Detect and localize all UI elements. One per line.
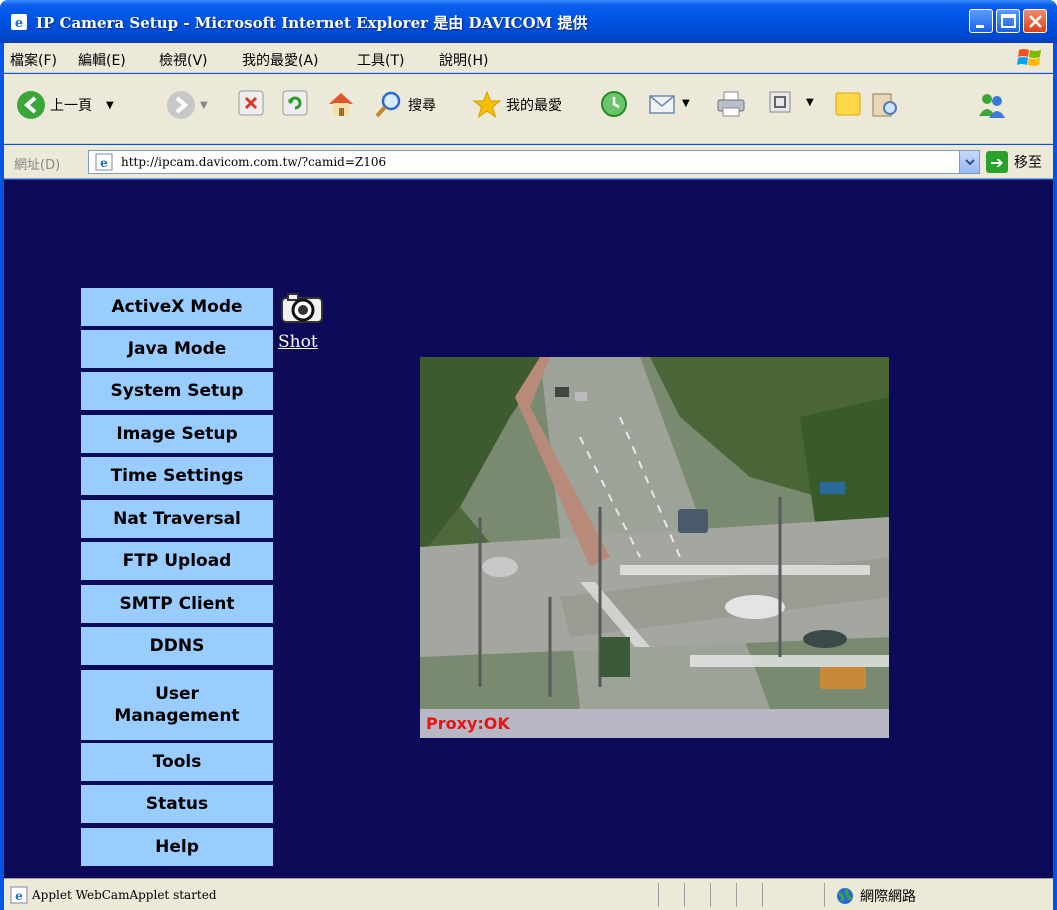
toolbar: 上一頁 ▼ ▼ 搜尋 我的最愛 ▼ ▼ (4, 74, 1053, 144)
nav-java-mode[interactable]: Java Mode (81, 330, 273, 368)
title-bar: e IP Camera Setup - Microsoft Internet E… (0, 0, 1057, 43)
back-label: 上一頁 (50, 98, 92, 114)
globe-icon (837, 888, 853, 904)
menu-help[interactable]: 說明(H) (439, 50, 488, 70)
address-label: 網址(D) (14, 158, 61, 173)
search-label: 搜尋 (408, 98, 436, 114)
back-button[interactable]: 上一頁 ▼ (16, 90, 114, 120)
svg-text:e: e (15, 16, 23, 31)
nav-nat-traversal[interactable]: Nat Traversal (81, 500, 273, 538)
page-content: ActiveX Mode Java Mode System Setup Imag… (4, 180, 1053, 878)
nav-help[interactable]: Help (81, 828, 273, 866)
browser-window: e IP Camera Setup - Microsoft Internet E… (0, 0, 1057, 910)
search-button[interactable]: 搜尋 (374, 90, 436, 120)
svg-text:e: e (15, 889, 23, 903)
refresh-button[interactable] (282, 90, 308, 116)
menu-bar: 檔案(F) 編輯(E) 檢視(V) 我的最愛(A) 工具(T) 說明(H) (4, 43, 1053, 73)
camera-icon[interactable] (280, 292, 326, 324)
discuss-button[interactable] (834, 90, 862, 118)
maximize-button[interactable] (996, 9, 1020, 33)
research-icon (872, 93, 897, 117)
svg-text:e: e (100, 156, 108, 170)
back-dropdown-icon[interactable]: ▼ (106, 100, 114, 111)
printer-icon (717, 91, 745, 117)
mail-button[interactable]: ▼ (648, 90, 690, 116)
messenger-button[interactable] (976, 90, 1008, 120)
status-divider (824, 883, 825, 907)
nav-activex-mode[interactable]: ActiveX Mode (81, 288, 273, 326)
home-icon (329, 93, 353, 116)
search-icon (375, 91, 401, 118)
edit-dropdown-icon[interactable]: ▼ (806, 97, 814, 108)
notes-icon (835, 92, 861, 116)
page-icon: e (95, 153, 113, 171)
proxy-status-bar: Proxy:OK (420, 709, 889, 738)
status-message: Applet WebCamApplet started (32, 888, 217, 902)
maximize-icon (1001, 14, 1016, 28)
camera-video-feed (420, 357, 889, 709)
nav-image-setup[interactable]: Image Setup (81, 415, 273, 453)
nav-ftp-upload[interactable]: FTP Upload (81, 542, 273, 580)
favorites-label: 我的最愛 (506, 98, 562, 114)
nav-tools[interactable]: Tools (81, 743, 273, 781)
go-arrow-icon: ➔ (986, 151, 1008, 173)
menu-edit[interactable]: 編輯(E) (78, 50, 126, 70)
history-icon (601, 91, 627, 117)
menu-view[interactable]: 檢視(V) (159, 50, 208, 70)
nav-ddns[interactable]: DDNS (81, 627, 273, 665)
print-button[interactable] (716, 90, 746, 118)
minimize-button[interactable] (969, 9, 993, 33)
status-divider (762, 883, 763, 907)
windows-logo-icon (1017, 49, 1041, 66)
history-button[interactable] (600, 90, 628, 118)
forward-button[interactable]: ▼ (166, 90, 208, 120)
star-icon (472, 90, 502, 119)
status-divider (736, 883, 737, 907)
home-button[interactable] (326, 90, 356, 118)
close-icon (1029, 15, 1042, 28)
go-button[interactable]: ➔ 移至 (986, 151, 1042, 173)
zone-label: 網際網路 (860, 889, 916, 905)
go-label: 移至 (1014, 155, 1042, 171)
address-url: http://ipcam.davicom.com.tw/?camid=Z106 (121, 155, 387, 169)
status-divider (658, 883, 659, 907)
proxy-status-text: Proxy:OK (426, 714, 510, 733)
address-bar: 網址(D) e http://ipcam.davicom.com.tw/?cam… (4, 145, 1053, 179)
nav-time-settings[interactable]: Time Settings (81, 457, 273, 495)
menu-favorites[interactable]: 我的最愛(A) (242, 50, 319, 70)
mail-icon (649, 95, 675, 114)
back-arrow-icon (17, 91, 45, 119)
nav-system-setup[interactable]: System Setup (81, 372, 273, 410)
nav-smtp-client[interactable]: SMTP Client (81, 585, 273, 623)
close-button[interactable] (1023, 9, 1047, 33)
forward-dropdown-icon[interactable]: ▼ (200, 100, 208, 111)
shot-link[interactable]: Shot (278, 332, 318, 352)
address-dropdown[interactable] (959, 151, 979, 173)
mail-dropdown-icon[interactable]: ▼ (682, 98, 690, 109)
address-input[interactable]: e http://ipcam.davicom.com.tw/?camid=Z10… (88, 150, 980, 174)
status-bar: e Applet WebCamApplet started 網際網路 (4, 878, 1053, 910)
window-title: IP Camera Setup - Microsoft Internet Exp… (36, 14, 588, 32)
status-divider (710, 883, 711, 907)
menu-tools[interactable]: 工具(T) (357, 50, 404, 70)
messenger-icon (979, 94, 1005, 118)
stop-button[interactable] (238, 90, 264, 116)
edit-page-icon (769, 91, 791, 113)
edit-button[interactable]: ▼ (768, 90, 814, 114)
page-status-icon: e (10, 886, 28, 904)
favorites-button[interactable]: 我的最愛 (472, 90, 562, 120)
nav-user-management[interactable]: User Management (81, 670, 273, 740)
stop-icon (238, 90, 264, 116)
chevron-down-icon (965, 159, 975, 166)
nav-status[interactable]: Status (81, 785, 273, 823)
status-divider (684, 883, 685, 907)
research-button[interactable] (870, 90, 900, 120)
refresh-icon (282, 90, 308, 116)
menu-file[interactable]: 檔案(F) (10, 50, 57, 70)
ie-icon: e (11, 14, 27, 31)
minimize-icon (976, 25, 984, 28)
security-zone[interactable]: 網際網路 (836, 886, 916, 906)
forward-arrow-icon (167, 91, 195, 119)
